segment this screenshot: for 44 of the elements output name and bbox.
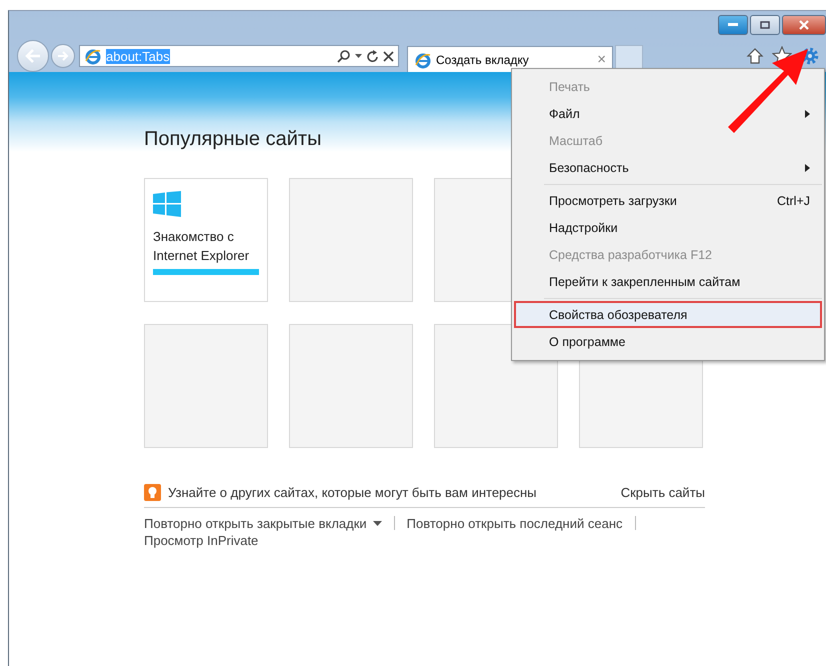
- page-link[interactable]: Повторно открыть закрытые вкладки: [144, 516, 382, 531]
- home-icon[interactable]: [746, 47, 764, 65]
- menu-item[interactable]: Файл: [514, 100, 822, 127]
- menu-item[interactable]: О программе: [514, 328, 822, 355]
- close-icon: [799, 20, 809, 30]
- back-arrow-icon: [24, 48, 42, 64]
- section-heading: Популярные сайты: [144, 128, 322, 151]
- menu-item[interactable]: Надстройки: [514, 214, 822, 241]
- lightbulb-icon: [144, 484, 161, 501]
- submenu-arrow-icon: [805, 164, 810, 172]
- minimize-icon: [728, 23, 738, 27]
- back-button[interactable]: [17, 40, 49, 72]
- menu-item[interactable]: Перейти к закрепленным сайтам: [514, 268, 822, 295]
- empty-site-tile[interactable]: [289, 324, 413, 448]
- suggestion-text[interactable]: Узнайте о других сайтах, которые могут быть вам интересны: [168, 485, 614, 500]
- forward-arrow-icon: [57, 50, 69, 62]
- site-tile[interactable]: Знакомство с Internet Explorer: [144, 178, 268, 302]
- empty-site-tile[interactable]: [289, 178, 413, 302]
- dropdown-icon: [372, 520, 382, 526]
- refresh-icon[interactable]: [366, 50, 379, 62]
- search-icon[interactable]: [337, 49, 351, 63]
- browser-tab[interactable]: Создать вкладку ×: [407, 46, 613, 72]
- stop-icon[interactable]: [383, 50, 394, 62]
- page-link[interactable]: Повторно открыть последний сеанс: [406, 516, 622, 531]
- tab-close-button[interactable]: ×: [597, 51, 606, 68]
- empty-site-tile[interactable]: [144, 324, 268, 448]
- hide-sites-link[interactable]: Скрыть сайты: [620, 485, 705, 500]
- menu-item[interactable]: Просмотреть загрузки Ctrl+J: [514, 187, 822, 214]
- menu-item[interactable]: Свойства обозревателя: [514, 301, 822, 328]
- submenu-arrow-icon: [805, 110, 810, 118]
- forward-button[interactable]: [51, 44, 75, 68]
- tab-title: Создать вкладку: [436, 52, 530, 66]
- dropdown-icon[interactable]: [355, 54, 362, 58]
- tile-title: Знакомство с Internet Explorer: [153, 228, 250, 265]
- browser-logo-icon: [84, 47, 102, 65]
- page-link[interactable]: Просмотр InPrivate: [144, 533, 258, 548]
- maximize-icon: [760, 21, 770, 29]
- menu-item[interactable]: Безопасность: [514, 154, 822, 181]
- minimize-button[interactable]: [718, 15, 748, 35]
- windows-logo-icon: [153, 191, 181, 217]
- browser-logo-icon: [414, 50, 432, 68]
- maximize-button[interactable]: [750, 15, 780, 35]
- address-text: about:Tabs: [106, 48, 170, 64]
- close-button[interactable]: [782, 15, 826, 35]
